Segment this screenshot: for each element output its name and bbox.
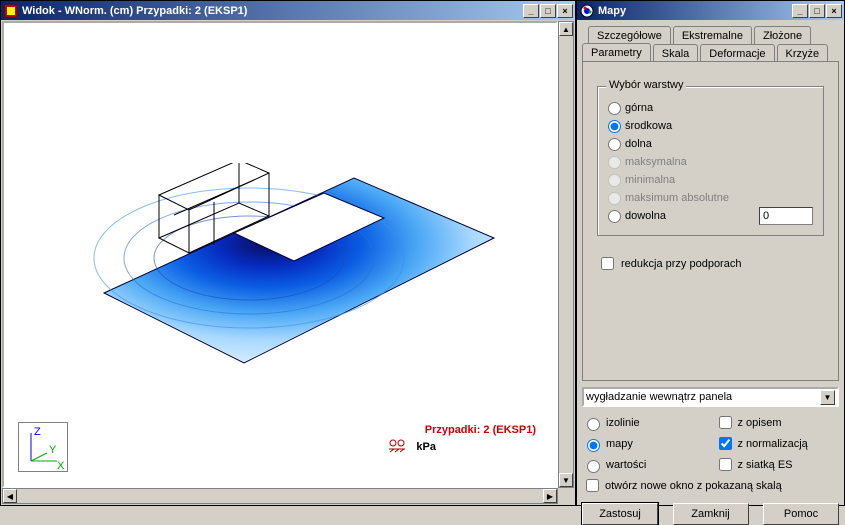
dowolna-input[interactable] <box>759 207 813 225</box>
svg-text:Z: Z <box>34 426 41 438</box>
tab-skala[interactable]: Skala <box>653 44 699 62</box>
scroll-corner <box>558 488 574 504</box>
help-button[interactable]: Pomoc <box>763 503 839 525</box>
check-redukcja[interactable]: redukcja przy podporach <box>597 254 824 273</box>
chevron-down-icon[interactable]: ▼ <box>820 390 835 405</box>
close-button[interactable]: × <box>557 4 573 18</box>
maps-window: Mapy _ □ × Szczegółowe Ekstremalne Złożo… <box>576 0 845 506</box>
radio-izolinie[interactable]: izolinie <box>582 413 707 432</box>
svg-text:X: X <box>57 460 65 472</box>
radio-minimalna: minimalna <box>608 171 813 189</box>
horizontal-scrollbar[interactable]: ◀ ▶ <box>2 488 558 504</box>
tab-zlozone[interactable]: Złożone <box>754 26 811 44</box>
radio-wartosci[interactable]: wartości <box>582 455 707 474</box>
display-options: izolinie z opisem mapy z normalizacją wa… <box>582 413 839 495</box>
axis-triad: Z Y X <box>18 422 68 472</box>
tab-deformacje[interactable]: Deformacje <box>700 44 774 62</box>
view-titlebar: Widok - WNorm. (cm) Przypadki: 2 (EKSP1)… <box>1 1 575 20</box>
scroll-left-icon[interactable]: ◀ <box>3 489 17 503</box>
radio-srodkowa[interactable]: środkowa <box>608 117 813 135</box>
close-dialog-button[interactable]: Zamknij <box>673 503 749 525</box>
vertical-scrollbar[interactable]: ▲ ▼ <box>558 21 574 488</box>
radio-mapy[interactable]: mapy <box>582 434 707 453</box>
radio-gorna[interactable]: górna <box>608 99 813 117</box>
support-icon <box>388 437 406 456</box>
check-z-opisem[interactable]: z opisem <box>715 413 840 432</box>
check-otworz-okno[interactable]: otwórz nowe okno z pokazaną skalą <box>582 476 839 495</box>
view-window: Widok - WNorm. (cm) Przypadki: 2 (EKSP1)… <box>0 0 576 506</box>
tab-ekstremalne[interactable]: Ekstremalne <box>673 26 752 44</box>
model-plate <box>64 163 504 403</box>
radio-dolna[interactable]: dolna <box>608 135 813 153</box>
smoothing-combo[interactable]: wygładzanie wewnątrz panela ▼ <box>582 387 839 407</box>
scroll-up-icon[interactable]: ▲ <box>559 22 573 36</box>
check-z-normalizacja[interactable]: z normalizacją <box>715 434 840 453</box>
maps-title: Mapy <box>598 5 792 17</box>
maximize-button[interactable]: □ <box>809 4 825 18</box>
tab-parametry[interactable]: Parametry <box>582 43 651 61</box>
minimize-button[interactable]: _ <box>792 4 808 18</box>
scroll-right-icon[interactable]: ▶ <box>543 489 557 503</box>
combo-value: wygładzanie wewnątrz panela <box>586 391 820 403</box>
svg-text:Y: Y <box>49 444 57 456</box>
radio-maksymalna: maksymalna <box>608 153 813 171</box>
radio-dowolna[interactable]: dowolna <box>608 210 666 223</box>
close-button[interactable]: × <box>826 4 842 18</box>
apply-button[interactable]: Zastosuj <box>582 503 658 525</box>
tab-krzyze[interactable]: Krzyże <box>777 44 829 62</box>
minimize-button[interactable]: _ <box>523 4 539 18</box>
maps-icon <box>579 3 595 19</box>
maximize-button[interactable]: □ <box>540 4 556 18</box>
view-title: Widok - WNorm. (cm) Przypadki: 2 (EKSP1) <box>22 5 523 17</box>
group-legend: Wybór warstwy <box>606 79 686 91</box>
app-icon <box>3 3 19 19</box>
tab-panel-parametry: Wybór warstwy górna środkowa dolna maksy… <box>582 61 839 381</box>
group-wybor-warstwy: Wybór warstwy górna środkowa dolna maksy… <box>597 86 824 236</box>
scroll-down-icon[interactable]: ▼ <box>559 473 573 487</box>
viewport[interactable]: Z Y X Przypadki: 2 (EKSP1) kPa <box>2 21 558 488</box>
tab-szczegolowe[interactable]: Szczegółowe <box>588 26 671 44</box>
check-z-siatka[interactable]: z siatką ES <box>715 455 840 474</box>
radio-maks-abs: maksimum absolutne <box>608 189 813 207</box>
maps-titlebar: Mapy _ □ × <box>577 1 844 20</box>
case-label: Przypadki: 2 (EKSP1) <box>425 424 536 436</box>
unit-label: kPa <box>416 441 436 453</box>
radio-dowolna-row: dowolna <box>608 207 813 225</box>
